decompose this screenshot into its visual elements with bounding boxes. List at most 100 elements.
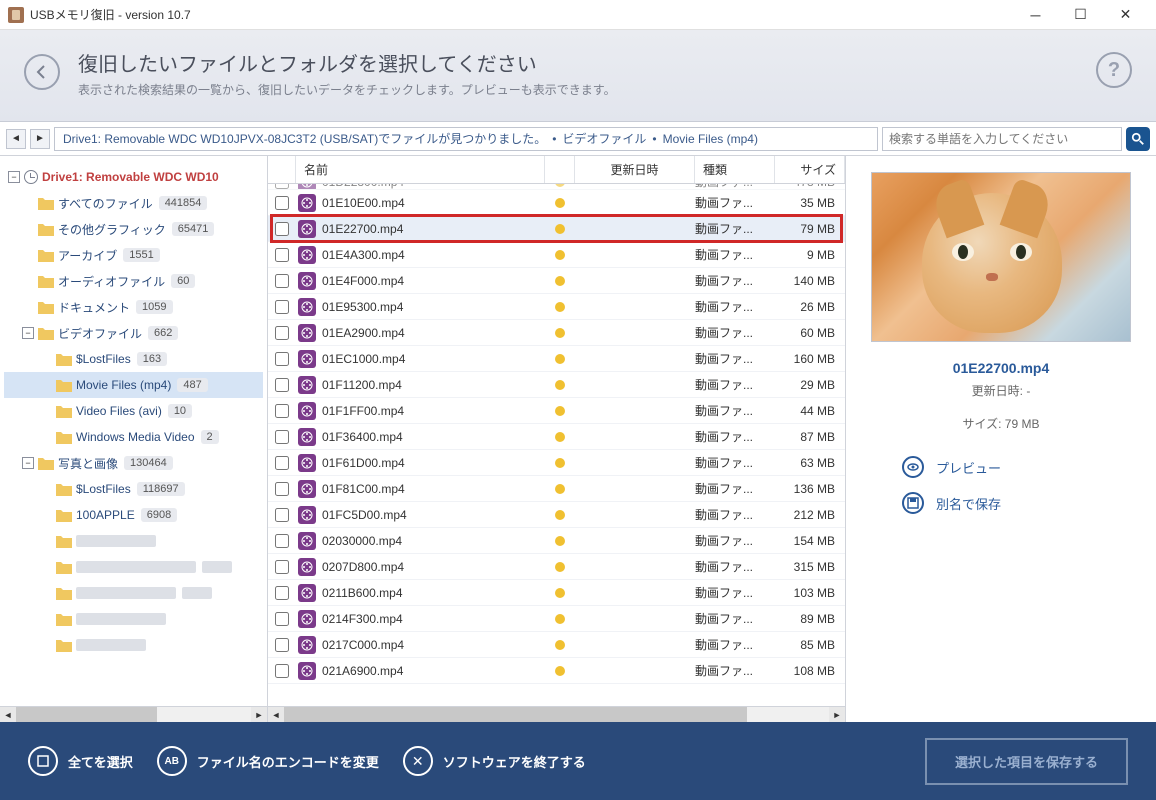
- file-row[interactable]: 0207D800.mp4 動画ファ... 315 MB: [268, 554, 845, 580]
- file-checkbox[interactable]: [275, 196, 289, 210]
- file-checkbox[interactable]: [275, 664, 289, 678]
- file-row[interactable]: 01EA2900.mp4 動画ファ... 60 MB: [268, 320, 845, 346]
- status-dot-icon: [555, 484, 565, 494]
- help-button[interactable]: ?: [1096, 52, 1132, 88]
- collapse-icon[interactable]: −: [22, 457, 34, 469]
- file-row[interactable]: 01F61D00.mp4 動画ファ... 63 MB: [268, 450, 845, 476]
- bc-seg-video[interactable]: ビデオファイル: [562, 130, 646, 147]
- tree-item-redacted[interactable]: [4, 580, 263, 606]
- bc-prev-button[interactable]: ◄: [6, 129, 26, 149]
- file-row[interactable]: 0214F300.mp4 動画ファ... 89 MB: [268, 606, 845, 632]
- file-type: 動画ファ...: [695, 402, 775, 419]
- file-row[interactable]: 01E22700.mp4 動画ファ... 79 MB: [268, 216, 845, 242]
- close-button[interactable]: ✕: [1103, 1, 1148, 29]
- tree-item-redacted[interactable]: [4, 632, 263, 658]
- tree-drive-label: Drive1: Removable WDC WD10: [42, 170, 219, 184]
- col-date[interactable]: 更新日時: [575, 156, 695, 183]
- file-checkbox[interactable]: [275, 404, 289, 418]
- breadcrumb-path[interactable]: Drive1: Removable WDC WD10JPVX-08JC3T2 (…: [54, 127, 878, 151]
- file-row[interactable]: 01F81C00.mp4 動画ファ... 136 MB: [268, 476, 845, 502]
- tree-video[interactable]: − ビデオファイル 662: [4, 320, 263, 346]
- file-row[interactable]: 021A6900.mp4 動画ファ... 108 MB: [268, 658, 845, 684]
- col-name[interactable]: 名前: [296, 156, 545, 183]
- col-type[interactable]: 種類: [695, 156, 775, 183]
- file-row[interactable]: 01E4A300.mp4 動画ファ... 9 MB: [268, 242, 845, 268]
- file-checkbox[interactable]: [275, 638, 289, 652]
- status-dot-icon: [555, 406, 565, 416]
- file-checkbox[interactable]: [275, 560, 289, 574]
- tree-item[interactable]: ドキュメント1059: [4, 294, 263, 320]
- status-dot-icon: [555, 458, 565, 468]
- file-row[interactable]: 01D22800.mp4 動画ファ... 478 MB: [268, 184, 845, 190]
- tree-item[interactable]: $LostFiles118697: [4, 476, 263, 502]
- file-row[interactable]: 01FC5D00.mp4 動画ファ... 212 MB: [268, 502, 845, 528]
- file-checkbox[interactable]: [275, 534, 289, 548]
- select-all-button[interactable]: 全てを選択: [28, 746, 133, 776]
- collapse-icon[interactable]: −: [22, 327, 34, 339]
- bc-seg-movie[interactable]: Movie Files (mp4): [663, 132, 758, 146]
- col-size[interactable]: サイズ: [775, 156, 845, 183]
- file-checkbox[interactable]: [275, 300, 289, 314]
- status-dot-icon: [555, 536, 565, 546]
- encoding-button[interactable]: AB ファイル名のエンコードを変更: [157, 746, 379, 776]
- video-file-icon: [298, 376, 316, 394]
- search-button[interactable]: [1126, 127, 1150, 151]
- tree-drive[interactable]: − Drive1: Removable WDC WD10: [4, 164, 263, 190]
- file-checkbox[interactable]: [275, 274, 289, 288]
- file-checkbox[interactable]: [275, 456, 289, 470]
- file-checkbox[interactable]: [275, 482, 289, 496]
- file-checkbox[interactable]: [275, 222, 289, 236]
- file-checkbox[interactable]: [275, 612, 289, 626]
- file-row[interactable]: 01E4F000.mp4 動画ファ... 140 MB: [268, 268, 845, 294]
- file-row[interactable]: 01E10E00.mp4 動画ファ... 35 MB: [268, 190, 845, 216]
- tree-photo[interactable]: − 写真と画像 130464: [4, 450, 263, 476]
- arrow-left-icon: [34, 64, 50, 80]
- save-as-button[interactable]: 別名で保存: [902, 492, 1140, 514]
- file-row[interactable]: 02030000.mp4 動画ファ... 154 MB: [268, 528, 845, 554]
- file-row[interactable]: 01F36400.mp4 動画ファ... 87 MB: [268, 424, 845, 450]
- tree-item-redacted[interactable]: [4, 528, 263, 554]
- tree-item[interactable]: 100APPLE6908: [4, 502, 263, 528]
- file-checkbox[interactable]: [275, 184, 289, 189]
- minimize-button[interactable]: ─: [1013, 1, 1058, 29]
- tree-item[interactable]: すべてのファイル441854: [4, 190, 263, 216]
- tree-hscrollbar[interactable]: ◄►: [0, 706, 267, 722]
- video-file-icon: [298, 428, 316, 446]
- file-checkbox[interactable]: [275, 326, 289, 340]
- back-button[interactable]: [24, 54, 60, 90]
- bc-next-button[interactable]: ►: [30, 129, 50, 149]
- tree-item[interactable]: オーディオファイル60: [4, 268, 263, 294]
- bc-seg-drive: Drive1: Removable WDC WD10JPVX-08JC3T2 (…: [63, 130, 546, 147]
- tree-item[interactable]: Movie Files (mp4)487: [4, 372, 263, 398]
- file-checkbox[interactable]: [275, 430, 289, 444]
- exit-button[interactable]: ✕ ソフトウェアを終了する: [403, 746, 586, 776]
- file-checkbox[interactable]: [275, 378, 289, 392]
- file-row[interactable]: 0217C000.mp4 動画ファ... 85 MB: [268, 632, 845, 658]
- search-input[interactable]: [882, 127, 1122, 151]
- tree-item[interactable]: Windows Media Video2: [4, 424, 263, 450]
- file-row[interactable]: 01F11200.mp4 動画ファ... 29 MB: [268, 372, 845, 398]
- tree-item-redacted[interactable]: [4, 554, 263, 580]
- maximize-button[interactable]: ☐: [1058, 1, 1103, 29]
- file-size: 63 MB: [775, 456, 845, 470]
- tree-item[interactable]: アーカイブ1551: [4, 242, 263, 268]
- file-row[interactable]: 0211B600.mp4 動画ファ... 103 MB: [268, 580, 845, 606]
- file-row[interactable]: 01EC1000.mp4 動画ファ... 160 MB: [268, 346, 845, 372]
- file-row[interactable]: 01E95300.mp4 動画ファ... 26 MB: [268, 294, 845, 320]
- file-checkbox[interactable]: [275, 508, 289, 522]
- file-hscrollbar[interactable]: ◄►: [268, 706, 845, 722]
- tree-item[interactable]: $LostFiles163: [4, 346, 263, 372]
- file-name: 01F1FF00.mp4: [318, 404, 545, 418]
- preview-button[interactable]: プレビュー: [902, 456, 1140, 478]
- file-checkbox[interactable]: [275, 352, 289, 366]
- file-checkbox[interactable]: [275, 586, 289, 600]
- tree-item[interactable]: その他グラフィック65471: [4, 216, 263, 242]
- tree-item[interactable]: Video Files (avi)10: [4, 398, 263, 424]
- tree-item-redacted[interactable]: [4, 606, 263, 632]
- file-name: 01F61D00.mp4: [318, 456, 545, 470]
- file-row[interactable]: 01F1FF00.mp4 動画ファ... 44 MB: [268, 398, 845, 424]
- collapse-icon[interactable]: −: [8, 171, 20, 183]
- file-checkbox[interactable]: [275, 248, 289, 262]
- file-type: 動画ファ...: [695, 298, 775, 315]
- save-selected-button[interactable]: 選択した項目を保存する: [925, 738, 1128, 785]
